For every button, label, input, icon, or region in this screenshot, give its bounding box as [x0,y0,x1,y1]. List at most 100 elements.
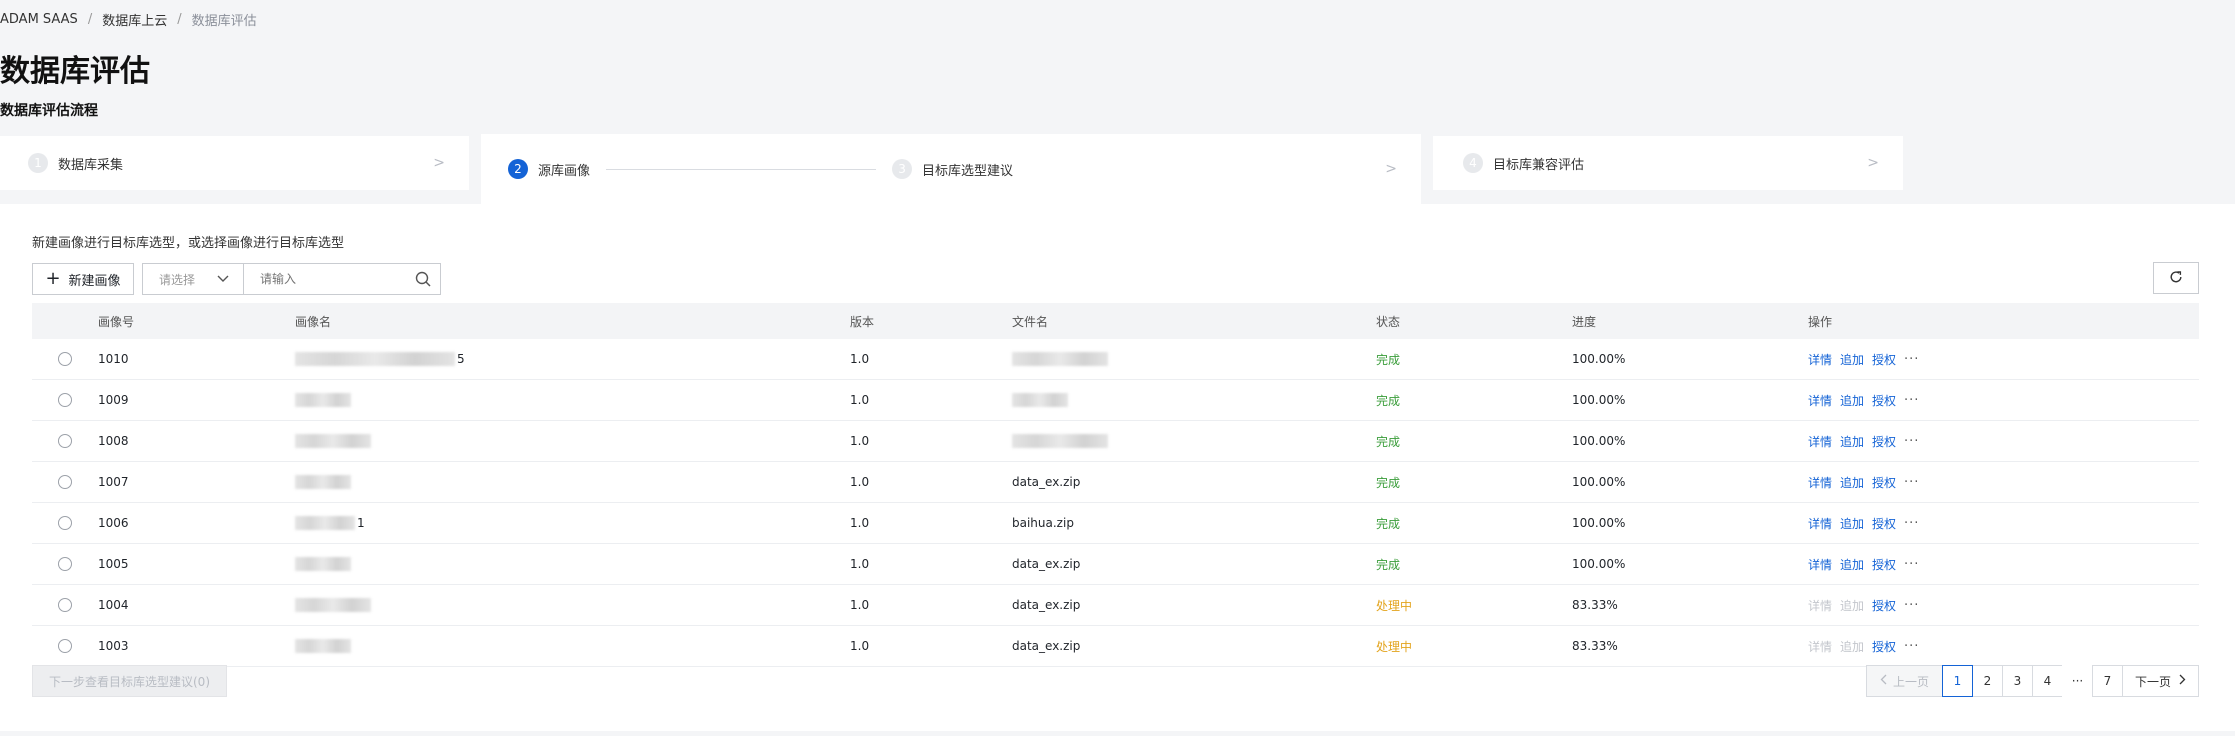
profile-name [295,434,850,449]
step-number: 2 [508,159,528,179]
row-actions: 详情 追加 授权 ··· [1808,515,2199,532]
redacted-name [295,434,371,449]
append-link[interactable]: 追加 [1840,474,1864,491]
more-icon[interactable]: ··· [1904,475,1919,490]
profile-version: 1.0 [850,598,870,612]
breadcrumb: ADAM SAAS / 数据库上云 / 数据库评估 [0,10,257,29]
detail-link[interactable]: 详情 [1808,556,1832,573]
detail-link[interactable]: 详情 [1808,433,1832,450]
more-icon[interactable]: ··· [1904,352,1919,367]
search-icon[interactable] [412,271,434,287]
file-cell [1012,352,1376,367]
file-cell: baihua.zip [1012,516,1376,530]
row-actions: 详情 追加 授权 ··· [1808,556,2199,573]
table-row[interactable]: 1004 1.0 data_ex.zip 处理中 83.33% 详情 追加 授权 ··· [32,585,2199,626]
profile-id: 1006 [98,516,129,530]
page-button-2[interactable]: 2 [1972,665,2003,697]
row-radio[interactable] [58,557,72,571]
breadcrumb-item-home[interactable]: ADAM SAAS [0,12,78,27]
row-radio[interactable] [58,639,72,653]
column-header: 画像名 [295,314,332,329]
page-button-1[interactable]: 1 [1942,665,1973,697]
redacted-file [1012,393,1068,408]
row-select-cell [32,475,98,489]
more-icon[interactable]: ··· [1904,434,1919,449]
detail-link[interactable]: 详情 [1808,515,1832,532]
authorize-link[interactable]: 授权 [1872,351,1896,368]
detail-link[interactable]: 详情 [1808,392,1832,409]
more-icon[interactable]: ··· [1904,557,1919,572]
row-radio[interactable] [58,393,72,407]
step-card-profile[interactable]: 2 源库画像 3 目标库选型建议 > [481,134,1421,204]
filter-select[interactable]: 请选择 [142,263,244,295]
table-row[interactable]: 1005 1.0 data_ex.zip 完成 100.00% 详情 追加 授权 ··· [32,544,2199,585]
column-header: 状态 [1376,314,1401,329]
profile-id: 1004 [98,598,129,612]
detail-link[interactable]: 详情 [1808,474,1832,491]
table-row[interactable]: 1009 1.0 完成 100.00% 详情 追加 授权 ··· [32,380,2199,421]
table-row[interactable]: 1003 1.0 data_ex.zip 处理中 83.33% 详情 追加 授权 ··· [32,626,2199,667]
authorize-link[interactable]: 授权 [1872,474,1896,491]
authorize-link[interactable]: 授权 [1872,433,1896,450]
append-link[interactable]: 追加 [1840,515,1864,532]
next-page-button[interactable]: 下一页 [2122,665,2199,697]
table-header: 画像号 画像名 版本 文件名 状态 进度 操作 [32,303,2199,339]
page-button-3[interactable]: 3 [2002,665,2033,697]
detail-link[interactable]: 详情 [1808,597,1832,614]
file-name: data_ex.zip [1012,639,1081,653]
search-input[interactable] [244,264,412,294]
profile-version: 1.0 [850,516,870,530]
row-radio[interactable] [58,352,72,366]
page-button-4[interactable]: 4 [2032,665,2063,697]
detail-link[interactable]: 详情 [1808,351,1832,368]
more-icon[interactable]: ··· [1904,598,1919,613]
file-cell: data_ex.zip [1012,475,1376,489]
append-link[interactable]: 追加 [1840,638,1864,655]
append-link[interactable]: 追加 [1840,392,1864,409]
more-icon[interactable]: ··· [1904,516,1919,531]
table-row[interactable]: 1010 5 1.0 完成 100.00% 详情 追加 授权 ··· [32,339,2199,380]
row-actions: 详情 追加 授权 ··· [1808,638,2199,655]
redacted-name [295,598,371,613]
authorize-link[interactable]: 授权 [1872,392,1896,409]
profile-name: 5 [295,352,850,367]
detail-link[interactable]: 详情 [1808,638,1832,655]
next-step-button[interactable]: 下一步查看目标库选型建议(0) [32,665,227,697]
chevron-right-icon: > [1867,155,1879,171]
row-actions: 详情 追加 授权 ··· [1808,392,2199,409]
chevron-right-icon: > [1385,161,1397,177]
redacted-file [1012,434,1108,449]
row-radio[interactable] [58,598,72,612]
step-card-compat[interactable]: 4 目标库兼容评估 > [1433,136,1903,190]
refresh-button[interactable] [2153,262,2199,294]
table-row[interactable]: 1007 1.0 data_ex.zip 完成 100.00% 详情 追加 授权 ··· [32,462,2199,503]
file-cell [1012,393,1376,408]
row-radio[interactable] [58,434,72,448]
authorize-link[interactable]: 授权 [1872,556,1896,573]
progress-text: 100.00% [1572,393,1626,407]
append-link[interactable]: 追加 [1840,556,1864,573]
append-link[interactable]: 追加 [1840,351,1864,368]
authorize-link[interactable]: 授权 [1872,638,1896,655]
progress-text: 100.00% [1572,516,1626,530]
more-icon[interactable]: ··· [1904,393,1919,408]
status-text: 处理中 [1376,598,1413,613]
append-link[interactable]: 追加 [1840,433,1864,450]
row-radio[interactable] [58,516,72,530]
file-name: data_ex.zip [1012,557,1081,571]
page-button-last[interactable]: 7 [2092,665,2123,697]
row-radio[interactable] [58,475,72,489]
page-ellipsis[interactable]: ··· [2062,665,2093,697]
new-profile-button[interactable]: + 新建画像 [32,263,134,295]
authorize-link[interactable]: 授权 [1872,515,1896,532]
prev-page-button[interactable]: 上一页 [1866,665,1943,697]
pagination: 上一页 1 2 3 4 ··· 7 下一页 [1866,665,2199,697]
more-icon[interactable]: ··· [1904,639,1919,654]
step-card-collect[interactable]: 1 数据库采集 > [0,136,469,190]
table-row[interactable]: 1008 1.0 完成 100.00% 详情 追加 授权 ··· [32,421,2199,462]
profile-name [295,557,850,572]
breadcrumb-item-cloud[interactable]: 数据库上云 [102,10,167,29]
table-row[interactable]: 1006 1 1.0 baihua.zip 完成 100.00% 详情 追加 授权 ··· [32,503,2199,544]
authorize-link[interactable]: 授权 [1872,597,1896,614]
append-link[interactable]: 追加 [1840,597,1864,614]
